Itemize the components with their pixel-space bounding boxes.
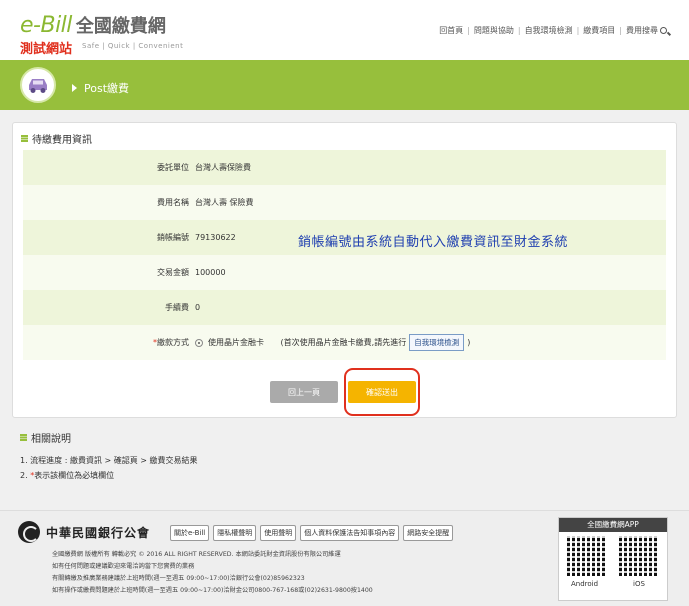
footer-link-pdpa[interactable]: 個人資料保護法告知事項內容 xyxy=(300,525,400,541)
chip-card-radio[interactable] xyxy=(195,338,203,347)
row-label: 委託單位 xyxy=(157,163,189,172)
logo-title: 全國繳費網 xyxy=(75,16,166,37)
page-title-text: Post繳費 xyxy=(84,82,130,95)
android-qr-icon[interactable] xyxy=(567,536,607,576)
nav-env-check[interactable]: 自我環境檢測 xyxy=(525,25,573,36)
info-heading: 相關說明 xyxy=(20,430,677,445)
android-label: Android xyxy=(571,580,599,588)
main-area: 待繳費用資訊 委託單位 台灣人壽保險費 費用名稱 台灣人壽 保險費 銷帳編號 7… xyxy=(0,110,689,510)
footer-link-about[interactable]: 關於e-Bill xyxy=(170,525,210,541)
row-label: 交易金額 xyxy=(157,268,189,277)
method-label: 繳款方式 xyxy=(157,338,189,347)
env-check-button[interactable]: 自我環境檢測 xyxy=(409,334,465,351)
ios-qr-icon[interactable] xyxy=(619,536,659,576)
bank-name: 中華民國銀行公會 xyxy=(46,525,151,540)
highlight-circle xyxy=(344,368,420,416)
ios-label: iOS xyxy=(633,580,645,588)
footer-link-terms[interactable]: 使用聲明 xyxy=(260,525,297,541)
bank-mark-icon xyxy=(18,521,40,543)
row-value: 台灣人壽保險費 xyxy=(195,163,251,172)
table-row: 手續費 0 xyxy=(23,290,666,325)
top-nav: 回首頁 | 問題與協助 | 自我環境檢測 | 繳費項目 | 費用搜尋 xyxy=(439,25,667,36)
app-download-box: 全國繳費網APP Android iOS xyxy=(558,517,668,601)
list-item: 1. 流程進度 : 繳費資訊 > 確認頁 > 繳費交易結果 xyxy=(20,456,198,465)
method-note-prefix: (首次使用晶片金融卡繳費,請先進行 xyxy=(280,338,407,347)
table-row: 費用名稱 台灣人壽 保險費 xyxy=(23,185,666,220)
row-value: 100000 xyxy=(195,268,226,277)
footer-text: 全國繳費網 版權所有 轉載必究 © 2016 ALL RIGHT RESERVE… xyxy=(52,551,373,594)
row-label: 銷帳編號 xyxy=(157,233,189,242)
row-value: 79130622 xyxy=(195,233,236,242)
row-label: 費用名稱 xyxy=(157,198,189,207)
page-title: Post繳費 xyxy=(72,80,129,96)
logo-ebill: e-Bill xyxy=(20,13,72,38)
footer-links: 關於e-Bill 隱私權聲明 使用聲明 個人資料保護法告知事項內容 網路安全提醒 xyxy=(170,525,457,541)
table-row: 交易金額 100000 xyxy=(23,255,666,290)
bank-association-logo: 中華民國銀行公會 xyxy=(18,521,150,543)
method-note-suffix: ) xyxy=(467,338,471,347)
nav-search[interactable]: 費用搜尋 xyxy=(626,25,658,36)
car-icon xyxy=(20,67,56,103)
list-item: 2. *表示該欄位為必填欄位 xyxy=(20,471,115,480)
pending-heading-text: 待繳費用資訊 xyxy=(32,135,92,146)
fee-info-table: 委託單位 台灣人壽保險費 費用名稱 台灣人壽 保險費 銷帳編號 79130622… xyxy=(23,150,666,360)
test-site-label: 測試網站 xyxy=(20,42,73,57)
arrow-right-icon xyxy=(72,84,77,92)
logo-tagline: Safe | Quick | Convenient xyxy=(82,42,184,50)
chip-card-label: 使用晶片金融卡 xyxy=(208,338,264,347)
search-icon[interactable] xyxy=(660,27,667,34)
nav-help[interactable]: 問題與協助 xyxy=(474,25,514,36)
list-icon xyxy=(21,135,28,142)
site-logo[interactable]: e-Bill 全國繳費網 測試網站 Safe | Quick | Convenie… xyxy=(20,12,183,57)
annotation-text: 銷帳編號由系統自動代入繳費資訊至財金系統 xyxy=(298,235,569,250)
payment-method-option[interactable]: 使用晶片金融卡 (首次使用晶片金融卡繳費,請先進行 自我環境檢測) xyxy=(195,334,470,351)
row-label: *繳款方式 xyxy=(153,338,189,347)
app-title: 全國繳費網APP xyxy=(559,518,667,532)
related-info: 相關說明 1. 流程進度 : 繳費資訊 > 確認頁 > 繳費交易結果 2. *表… xyxy=(12,430,677,483)
site-footer: 中華民國銀行公會 關於e-Bill 隱私權聲明 使用聲明 個人資料保護法告知事項… xyxy=(0,510,689,606)
footer-link-privacy[interactable]: 隱私權聲明 xyxy=(213,525,257,541)
table-row: 委託單位 台灣人壽保險費 xyxy=(23,150,666,185)
row-label: 手續費 xyxy=(165,303,189,312)
back-button[interactable]: 回上一頁 xyxy=(270,381,338,403)
info-list: 1. 流程進度 : 繳費資訊 > 確認頁 > 繳費交易結果 2. *表示該欄位為… xyxy=(20,453,677,483)
nav-items[interactable]: 繳費項目 xyxy=(583,25,615,36)
footer-link-security[interactable]: 網路安全提醒 xyxy=(403,525,454,541)
list-icon xyxy=(20,434,27,441)
pending-heading: 待繳費用資訊 xyxy=(21,131,92,146)
row-value: 0 xyxy=(195,303,201,312)
row-value: 台灣人壽 保險費 xyxy=(195,198,254,207)
nav-home[interactable]: 回首頁 xyxy=(439,25,463,36)
site-header: e-Bill 全國繳費網 測試網站 Safe | Quick | Convenie… xyxy=(0,0,689,60)
payment-method-row: *繳款方式 使用晶片金融卡 (首次使用晶片金融卡繳費,請先進行 自我環境檢測) xyxy=(23,325,666,360)
page-banner: Post繳費 xyxy=(0,60,689,110)
info-heading-text: 相關說明 xyxy=(31,434,71,445)
